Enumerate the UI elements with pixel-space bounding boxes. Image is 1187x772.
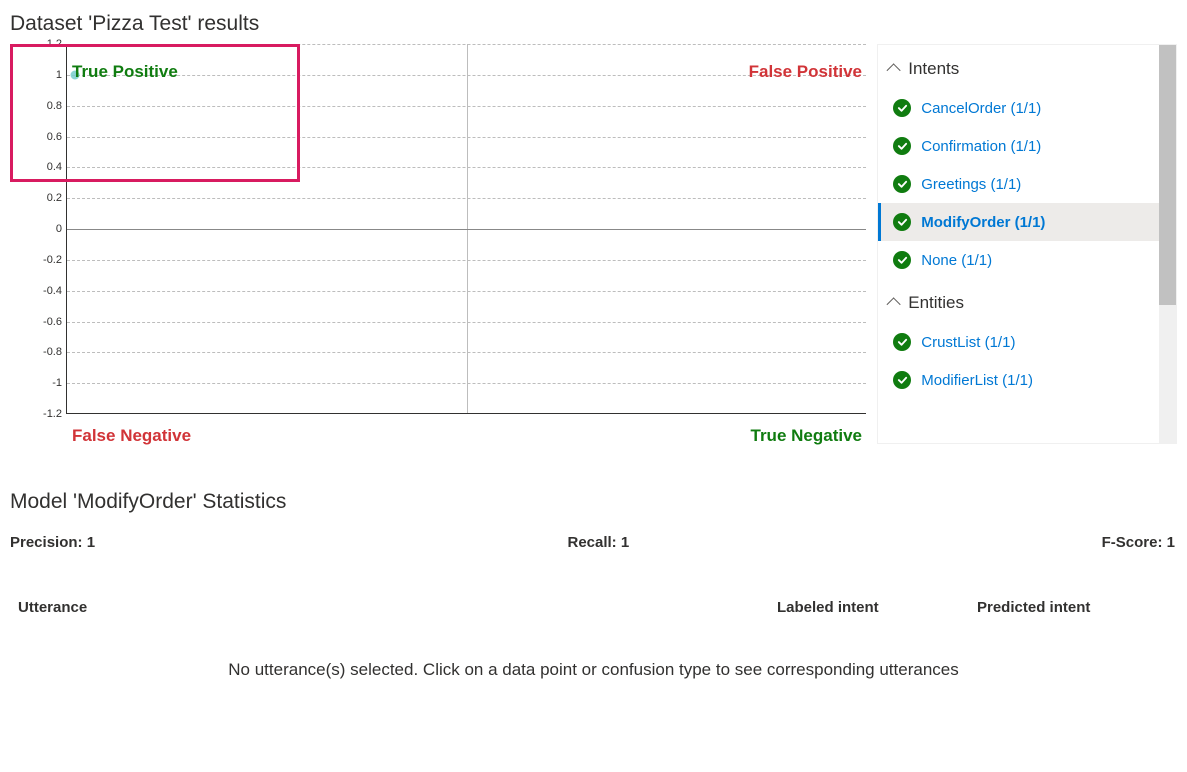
list-item-label: CancelOrder (1/1) — [921, 100, 1041, 117]
quadrant-false-positive[interactable]: False Positive — [749, 62, 862, 82]
list-item[interactable]: CrustList (1/1) — [878, 323, 1176, 361]
list-item[interactable]: Confirmation (1/1) — [878, 127, 1176, 165]
scrollbar-track[interactable] — [1159, 45, 1176, 443]
y-tick-label: -0.2 — [22, 254, 62, 266]
gridline — [67, 291, 866, 292]
recall-stat: Recall: 1 — [567, 534, 629, 551]
gridline — [67, 75, 866, 76]
fscore-stat: F-Score: 1 — [1102, 534, 1175, 551]
sidebar: Intents CancelOrder (1/1) Confirmation (1/… — [877, 44, 1177, 444]
check-circle-icon — [893, 213, 911, 231]
quadrant-false-negative[interactable]: False Negative — [72, 426, 191, 446]
y-tick-label: 1.2 — [22, 38, 62, 50]
check-circle-icon — [893, 175, 911, 193]
check-circle-icon — [893, 333, 911, 351]
gridline — [67, 260, 866, 261]
list-item[interactable]: None (1/1) — [878, 241, 1176, 279]
gridline — [67, 229, 866, 230]
check-circle-icon — [893, 137, 911, 155]
quadrant-true-negative[interactable]: True Negative — [751, 426, 863, 446]
gridline — [67, 106, 866, 107]
chevron-up-icon — [887, 297, 901, 311]
table-header-row: Utterance Labeled intent Predicted inten… — [0, 581, 1187, 626]
section-title: Entities — [908, 293, 964, 313]
list-item-label: CrustList (1/1) — [921, 334, 1015, 351]
y-tick-label: 0.2 — [22, 192, 62, 204]
col-predicted-intent[interactable]: Predicted intent — [977, 599, 1177, 616]
check-circle-icon — [893, 251, 911, 269]
list-item-label: ModifierList (1/1) — [921, 372, 1033, 389]
check-circle-icon — [893, 371, 911, 389]
gridline — [67, 167, 866, 168]
stats-row: Precision: 1 Recall: 1 F-Score: 1 — [0, 524, 1187, 561]
gridline — [67, 198, 866, 199]
gridline — [67, 137, 866, 138]
y-tick-label: 0.4 — [22, 161, 62, 173]
chevron-up-icon — [887, 63, 901, 77]
gridline — [67, 383, 866, 384]
quadrant-true-positive[interactable]: True Positive — [72, 62, 178, 82]
list-item-label: ModifyOrder (1/1) — [921, 214, 1045, 231]
y-tick-label: 0.8 — [22, 100, 62, 112]
list-item[interactable]: CancelOrder (1/1) — [878, 89, 1176, 127]
y-tick-label: 0.6 — [22, 131, 62, 143]
check-circle-icon — [893, 99, 911, 117]
section-header-intents[interactable]: Intents — [878, 45, 1176, 89]
precision-stat: Precision: 1 — [10, 534, 95, 551]
section-title: Intents — [908, 59, 959, 79]
section-header-entities[interactable]: Entities — [878, 279, 1176, 323]
gridline — [67, 44, 866, 45]
y-tick-label: 0 — [22, 223, 62, 235]
scrollbar-thumb[interactable] — [1159, 45, 1176, 305]
empty-state-message: No utterance(s) selected. Click on a dat… — [0, 626, 1187, 714]
list-item[interactable]: ModifyOrder (1/1) — [878, 203, 1176, 241]
col-utterance[interactable]: Utterance — [18, 599, 777, 616]
y-tick-label: -1.2 — [22, 408, 62, 420]
y-tick-label: 1 — [22, 69, 62, 81]
y-tick-label: -0.8 — [22, 346, 62, 358]
list-item-label: None (1/1) — [921, 252, 992, 269]
gridline — [67, 352, 866, 353]
list-item-label: Greetings (1/1) — [921, 176, 1021, 193]
confusion-chart[interactable]: True Positive False Positive False Negat… — [10, 44, 873, 454]
y-tick-label: -1 — [22, 377, 62, 389]
col-labeled-intent[interactable]: Labeled intent — [777, 599, 977, 616]
y-tick-label: -0.6 — [22, 316, 62, 328]
y-tick-label: -0.4 — [22, 285, 62, 297]
list-item[interactable]: ModifierList (1/1) — [878, 361, 1176, 399]
stats-title: Model 'ModifyOrder' Statistics — [0, 484, 1187, 524]
list-item[interactable]: Greetings (1/1) — [878, 165, 1176, 203]
gridline — [67, 322, 866, 323]
page-title: Dataset 'Pizza Test' results — [0, 0, 1187, 44]
list-item-label: Confirmation (1/1) — [921, 138, 1041, 155]
